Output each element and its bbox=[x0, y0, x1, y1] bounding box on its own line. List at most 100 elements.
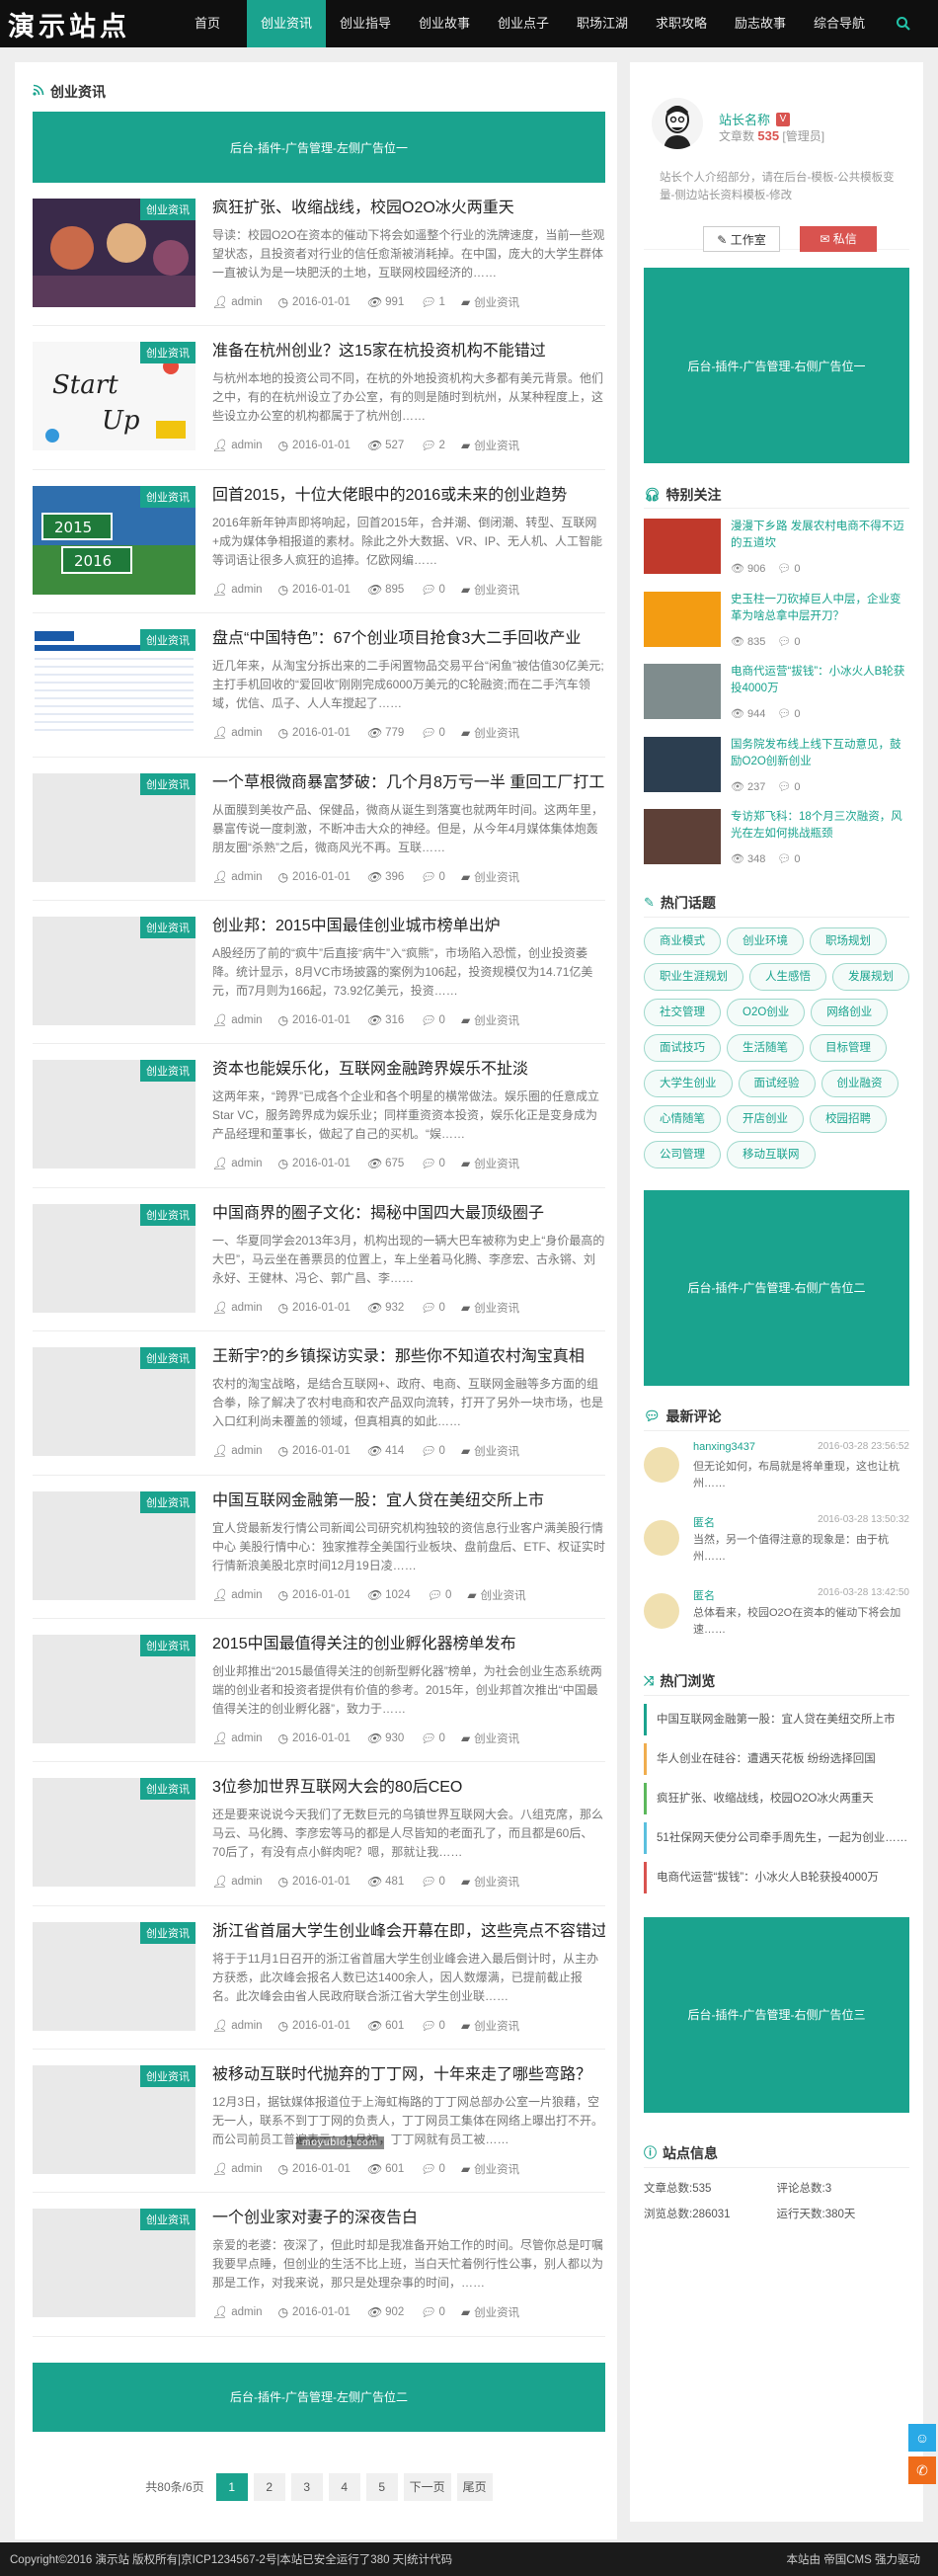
commenter-name[interactable]: hanxing3437 bbox=[693, 1441, 755, 1453]
nav-startup-guide[interactable]: 创业指导 bbox=[326, 0, 405, 47]
hotview-item[interactable]: 疯狂扩张、收缩战线，校园O2O冰火两重天 bbox=[644, 1782, 909, 1814]
search-icon[interactable] bbox=[879, 0, 928, 47]
topic-tag[interactable]: 生活随笔 bbox=[727, 1033, 804, 1062]
topic-tag[interactable]: 大学生创业 bbox=[644, 1069, 733, 1097]
post-title[interactable]: 中国商界的圈子文化：揭秘中国四大最顶级圈子 bbox=[212, 1202, 605, 1226]
post-category-tag[interactable]: 创业资讯 bbox=[140, 2065, 195, 2088]
topic-tag[interactable]: 创业环境 bbox=[727, 926, 804, 955]
featured-title-link[interactable]: 史玉柱一刀砍掉巨人中层，企业变革为啥总拿中层开刀？ bbox=[731, 592, 909, 625]
comment-text[interactable]: 当然，另一个值得注意的现象是：由于杭州…… bbox=[693, 1532, 909, 1566]
post-author[interactable]: 👤︎ admin bbox=[212, 1301, 263, 1315]
nav-startup-news[interactable]: 创业资讯 bbox=[247, 0, 326, 47]
post-title[interactable]: 盘点“中国特色”：67个创业项目抢食3大二手回收产业 bbox=[212, 627, 605, 651]
post-author[interactable]: 👤︎ admin bbox=[212, 2019, 263, 2033]
post-category-tag[interactable]: 创业资讯 bbox=[140, 2209, 195, 2231]
post-author[interactable]: 👤︎ admin bbox=[212, 2305, 263, 2319]
ad-side-1[interactable]: 后台-插件-广告管理-右侧广告位一 bbox=[644, 268, 909, 463]
post-title[interactable]: 王新宇?的乡镇探访实录：那些你不知道农村淘宝真相 bbox=[212, 1345, 605, 1369]
post-author[interactable]: 👤︎ admin bbox=[212, 1875, 263, 1889]
qq-chat-icon[interactable]: ☺ bbox=[908, 2424, 936, 2452]
nav-startup-ideas[interactable]: 创业点子 bbox=[484, 0, 563, 47]
studio-button[interactable]: ✎ 工作室 bbox=[703, 226, 780, 252]
topic-tag[interactable]: 面试技巧 bbox=[644, 1033, 721, 1062]
post-thumbnail[interactable]: 创业资讯 bbox=[33, 1203, 195, 1313]
post-title[interactable]: 被移动互联时代抛弃的丁丁网，十年来走了哪些弯路？ bbox=[212, 2063, 605, 2087]
post-title[interactable]: 创业邦：2015中国最佳创业城市榜单出炉 bbox=[212, 915, 605, 938]
nav-directory[interactable]: 综合导航 bbox=[800, 0, 879, 47]
post-thumbnail[interactable]: 创业资讯 bbox=[33, 1921, 195, 2031]
post-category[interactable]: ▰ 创业资讯 bbox=[461, 725, 519, 741]
post-thumbnail[interactable]: 创业资讯 bbox=[33, 1490, 195, 1600]
post-author[interactable]: 👤︎ admin bbox=[212, 1588, 263, 1602]
nav-workplace[interactable]: 职场江湖 bbox=[563, 0, 642, 47]
topic-tag[interactable]: 校园招聘 bbox=[810, 1104, 887, 1133]
topic-tag[interactable]: 发展规划 bbox=[832, 962, 909, 991]
message-button[interactable]: ✉ 私信 bbox=[800, 226, 877, 252]
post-thumbnail[interactable]: 创业资讯 bbox=[33, 199, 195, 307]
post-author[interactable]: 👤︎ admin bbox=[212, 1444, 263, 1458]
post-category[interactable]: ▰ 创业资讯 bbox=[461, 1012, 519, 1028]
post-category-tag[interactable]: 创业资讯 bbox=[140, 629, 195, 652]
featured-thumbnail[interactable] bbox=[644, 519, 721, 574]
phone-icon[interactable]: ✆ bbox=[908, 2456, 936, 2484]
post-category-tag[interactable]: 创业资讯 bbox=[140, 1203, 195, 1226]
hotview-item[interactable]: 华人创业在硅谷：遭遇天花板 纷纷选择回国 bbox=[644, 1742, 909, 1775]
post-category[interactable]: ▰ 创业资讯 bbox=[461, 2161, 519, 2177]
topic-tag[interactable]: 网络创业 bbox=[811, 998, 889, 1026]
topic-tag[interactable]: 职场规划 bbox=[810, 926, 887, 955]
hotview-item[interactable]: 电商代运营“拔钱”：小冰火人B轮获投4000万 bbox=[644, 1861, 909, 1893]
post-title[interactable]: 资本也能娱乐化，互联网金融跨界娱乐不扯淡 bbox=[212, 1058, 605, 1082]
next-page-button[interactable]: 下一页 bbox=[403, 2472, 451, 2501]
topic-tag[interactable]: 人生感悟 bbox=[749, 962, 826, 991]
post-author[interactable]: 👤︎ admin bbox=[212, 2162, 263, 2176]
post-author[interactable]: 👤︎ admin bbox=[212, 1731, 263, 1745]
post-category[interactable]: ▰ 创业资讯 bbox=[461, 1874, 519, 1890]
ad-banner-top[interactable]: 后台-插件-广告管理-左侧广告位一 bbox=[33, 112, 605, 183]
post-author[interactable]: 👤︎ admin bbox=[212, 1013, 263, 1027]
post-category[interactable]: ▰ 创业资讯 bbox=[461, 1156, 519, 1171]
comment-text[interactable]: 总体看来，校园O2O在资本的催动下将会加速…… bbox=[693, 1605, 909, 1639]
featured-thumbnail[interactable] bbox=[644, 591, 721, 647]
post-thumbnail[interactable]: 2015 2016 创业资讯 bbox=[33, 485, 195, 595]
post-category-tag[interactable]: 创业资讯 bbox=[140, 1921, 195, 1944]
topic-tag[interactable]: 创业融资 bbox=[821, 1069, 899, 1097]
post-category[interactable]: ▰ 创业资讯 bbox=[461, 869, 519, 885]
topic-tag[interactable]: 心情随笔 bbox=[644, 1104, 721, 1133]
post-category[interactable]: ▰ 创业资讯 bbox=[461, 438, 519, 453]
post-title[interactable]: 2015中国最值得关注的创业孵化器榜单发布 bbox=[212, 1633, 605, 1656]
commenter-name[interactable]: 匿名 bbox=[693, 1587, 715, 1603]
post-category-tag[interactable]: 创业资讯 bbox=[140, 1347, 195, 1370]
commenter-name[interactable]: 匿名 bbox=[693, 1514, 715, 1530]
post-title[interactable]: 3位参加世界互联网大会的80后CEO bbox=[212, 1776, 605, 1800]
featured-thumbnail[interactable] bbox=[644, 664, 721, 720]
topic-tag[interactable]: 社交管理 bbox=[644, 998, 721, 1026]
post-author[interactable]: 👤︎ admin bbox=[212, 439, 263, 452]
post-title[interactable]: 浙江省首届大学生创业峰会开幕在即，这些亮点不容错过 bbox=[212, 1920, 605, 1944]
nav-home[interactable]: 首页 bbox=[168, 0, 247, 47]
post-thumbnail[interactable]: 创业资讯 bbox=[33, 2065, 195, 2175]
topic-tag[interactable]: 面试经验 bbox=[738, 1069, 816, 1097]
post-category-tag[interactable]: 创业资讯 bbox=[140, 485, 195, 508]
post-thumbnail[interactable]: 创业资讯 bbox=[33, 1347, 195, 1457]
post-title[interactable]: 一个草根微商暴富梦破：几个月8万亏一半 重回工厂打工 bbox=[212, 771, 605, 795]
hotview-item[interactable]: 中国互联网金融第一股：宜人贷在美纽交所上市 bbox=[644, 1703, 909, 1735]
hotview-item[interactable]: 51社保网天使分公司牵手周先生，一起为创业…… bbox=[644, 1821, 909, 1854]
post-category-tag[interactable]: 创业资讯 bbox=[140, 1060, 195, 1083]
post-thumbnail[interactable]: Start Up 创业资讯 bbox=[33, 342, 195, 451]
topic-tag[interactable]: 商业模式 bbox=[644, 926, 721, 955]
post-category[interactable]: ▰ 创业资讯 bbox=[461, 294, 519, 310]
ad-side-3[interactable]: 后台-插件-广告管理-右侧广告位三 bbox=[644, 1916, 909, 2113]
author-name[interactable]: 站长名称 bbox=[719, 110, 770, 128]
post-title[interactable]: 回首2015，十位大佬眼中的2016或未来的创业趋势 bbox=[212, 484, 605, 508]
post-thumbnail[interactable]: 创业资讯 bbox=[33, 1060, 195, 1169]
page-3-button[interactable]: 3 bbox=[290, 2472, 323, 2501]
post-author[interactable]: 👤︎ admin bbox=[212, 295, 263, 309]
footer-powered[interactable]: 本站由 帝国CMS 强力驱动 bbox=[787, 2551, 920, 2567]
comment-text[interactable]: 但无论如何，布局就是将单重现，这也让杭州…… bbox=[693, 1459, 909, 1492]
post-category[interactable]: ▰ 创业资讯 bbox=[461, 1300, 519, 1316]
page-4-button[interactable]: 4 bbox=[328, 2472, 360, 2501]
featured-title-link[interactable]: 漫漫下乡路 发展农村电商不得不迈的五道坎 bbox=[731, 519, 909, 552]
post-category-tag[interactable]: 创业资讯 bbox=[140, 1778, 195, 1801]
ad-banner-bottom[interactable]: 后台-插件-广告管理-左侧广告位二 bbox=[33, 2362, 605, 2432]
post-author[interactable]: 👤︎ admin bbox=[212, 583, 263, 597]
